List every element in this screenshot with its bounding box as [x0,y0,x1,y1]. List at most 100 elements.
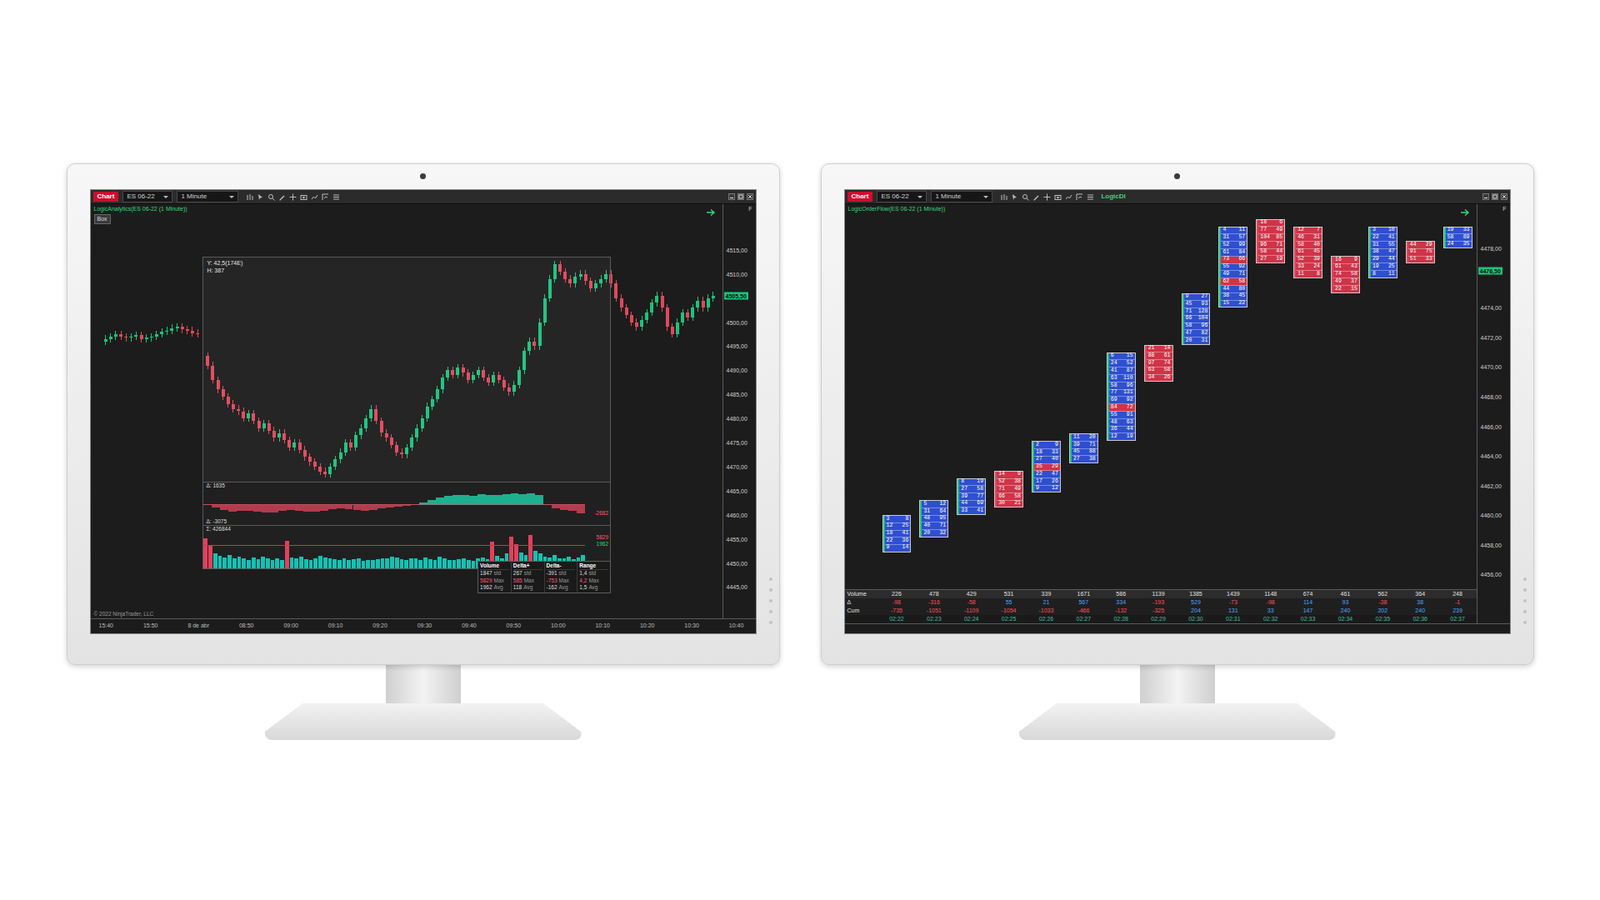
candle[interactable] [685,312,690,318]
footprint-bar[interactable]: 1120397145882738 [1069,433,1099,464]
snapshot-icon[interactable] [1054,193,1062,201]
footprint-bar[interactable]: 38122518412236914 [882,515,912,552]
monitor-button[interactable] [1523,588,1527,592]
analytics-box[interactable]: Y: 42,5(174E)H: 387Δ: 1635Δ: -3075-2682Σ… [202,256,611,570]
crosshair-icon[interactable] [1043,193,1051,201]
monitor-button[interactable] [1523,620,1527,625]
footprint-bar[interactable]: 8192758397744693341 [956,478,986,515]
pencil-icon[interactable] [278,193,286,201]
candle[interactable] [175,326,180,328]
indicator-icon[interactable] [310,193,319,201]
candle[interactable] [145,337,149,339]
candle[interactable] [160,331,164,335]
footprint-bar[interactable]: 1495238714966583021 [994,470,1024,508]
footprint-bar[interactable]: 1696143745849372215 [1330,255,1360,293]
candle[interactable] [650,302,654,313]
monitor-button[interactable] [769,620,773,625]
pencil-icon[interactable] [1032,193,1040,201]
candle[interactable] [630,315,634,323]
scroll-to-live-icon[interactable] [705,208,716,217]
axis-corner-label[interactable]: F [748,205,752,212]
candle[interactable] [665,307,670,327]
footprint-bar[interactable]: 442991755133 [1405,240,1435,264]
candle[interactable] [711,295,715,299]
interval-select[interactable]: 1 Minute [930,190,993,203]
bars-type-icon[interactable] [245,193,254,201]
candle[interactable] [614,283,618,298]
candle[interactable] [170,328,174,331]
candle[interactable] [134,335,138,336]
strategy-icon[interactable] [321,193,330,201]
candle[interactable] [675,322,680,335]
interval-select[interactable]: 1 Minute [176,190,239,203]
candle[interactable] [129,336,133,338]
footprint-bar[interactable]: 31022413155384729441925811 [1368,226,1398,279]
footprint-bar[interactable]: 5123164489540712032 [919,500,949,537]
candle[interactable] [625,307,629,315]
box-button[interactable]: Box [94,214,111,225]
minimize-icon[interactable] [1482,193,1490,200]
snapshot-icon[interactable] [300,193,308,201]
footprint-bar[interactable]: 2918332740352922471726912 [1031,440,1061,493]
candle[interactable] [660,295,665,308]
properties-icon[interactable] [1086,193,1095,201]
candle[interactable] [190,330,195,334]
strategy-icon[interactable] [1075,193,1084,201]
maximize-icon[interactable] [1491,193,1499,200]
candle[interactable] [195,333,200,335]
maximize-icon[interactable] [737,193,745,200]
monitor-button[interactable] [769,610,773,614]
candle[interactable] [645,312,649,320]
candle[interactable] [104,339,108,342]
candle[interactable] [150,336,154,338]
axis-corner-label[interactable]: F [1502,205,1506,212]
minimize-icon[interactable] [728,193,735,200]
monitor-button[interactable] [769,599,773,603]
candle[interactable] [620,298,624,309]
crosshair-icon[interactable] [289,193,297,201]
scroll-to-live-icon[interactable] [1460,208,1470,217]
monitor-button[interactable] [769,588,773,592]
chart-tab[interactable]: Chart [93,191,120,202]
zoom-icon[interactable] [1021,193,1030,201]
footprint-bar[interactable]: 12746315840614552393324118 [1293,226,1323,279]
candle[interactable] [114,334,118,337]
candle[interactable] [180,326,185,330]
candle[interactable] [185,329,190,330]
cursor-icon[interactable] [1010,193,1019,201]
monitor-button[interactable] [769,577,773,581]
candle[interactable] [695,300,700,309]
footprint-bar[interactable]: 4113157529961847366559249716258448038451… [1218,226,1248,309]
candle[interactable] [119,334,123,337]
bars-type-icon[interactable] [1000,193,1008,201]
monitor-button[interactable] [1523,610,1527,614]
candle[interactable] [701,300,705,309]
close-icon[interactable] [1500,193,1508,200]
candle[interactable] [655,295,659,304]
candle[interactable] [109,336,113,340]
candle[interactable] [140,335,144,339]
close-icon[interactable] [746,193,754,200]
monitor-button[interactable] [1523,577,1527,581]
footprint-bar[interactable]: 21148861977463583426 [1144,345,1174,382]
candle[interactable] [680,312,685,323]
candle[interactable] [635,322,639,328]
properties-icon[interactable] [332,193,340,201]
indicator-icon[interactable] [1065,193,1073,201]
footprint-bar[interactable]: 92745937112866104589647822031 [1181,293,1211,345]
candle[interactable] [690,307,695,318]
footprint-bar[interactable]: 6152452418763110589677131699284725591486… [1106,352,1136,442]
candle[interactable] [640,320,644,328]
candle[interactable] [706,298,710,309]
footprint-bar[interactable]: 193358892435 [1443,226,1473,250]
instrument-select[interactable]: ES 06-22 [122,190,173,203]
candle[interactable] [155,334,159,337]
candle[interactable] [165,330,169,332]
instrument-select[interactable]: ES 06-22 [876,190,927,203]
candle[interactable] [124,336,128,338]
chart-tab[interactable]: Chart [847,191,874,202]
candle[interactable] [670,326,675,335]
zoom-icon[interactable] [267,193,275,201]
cursor-icon[interactable] [256,193,265,201]
footprint-bar[interactable]: 186774910485967158442719 [1255,219,1285,264]
